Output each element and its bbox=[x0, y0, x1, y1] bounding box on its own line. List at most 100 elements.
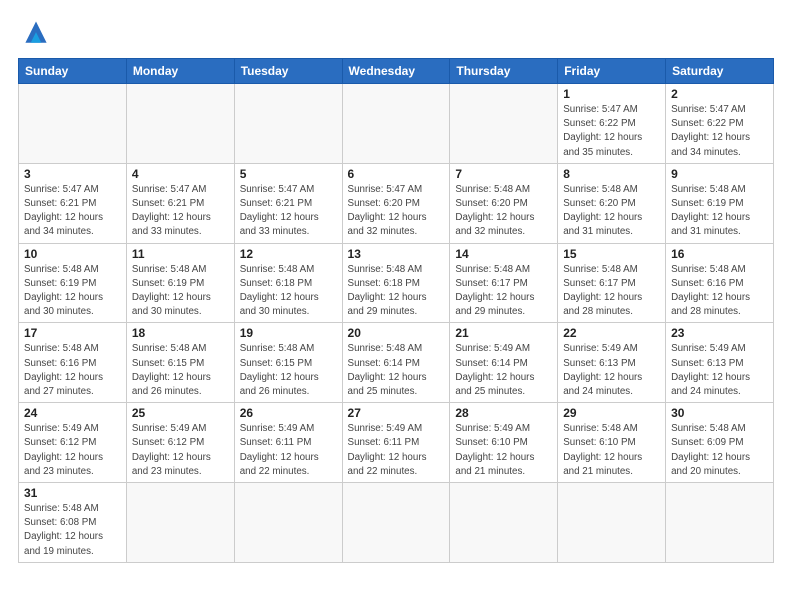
day-info: Sunrise: 5:48 AM Sunset: 6:16 PM Dayligh… bbox=[671, 263, 768, 320]
day-number: 23 bbox=[671, 326, 768, 340]
day-cell: 20 Sunrise: 5:48 AM Sunset: 6:14 PM Dayli… bbox=[342, 323, 450, 403]
day-cell bbox=[342, 483, 450, 563]
day-cell: 10 Sunrise: 5:48 AM Sunset: 6:19 PM Dayli… bbox=[19, 243, 127, 323]
day-number: 29 bbox=[563, 406, 660, 420]
day-cell: 28 Sunrise: 5:49 AM Sunset: 6:10 PM Dayli… bbox=[450, 403, 558, 483]
day-cell: 24 Sunrise: 5:49 AM Sunset: 6:12 PM Dayli… bbox=[19, 403, 127, 483]
weekday-header-sunday: Sunday bbox=[19, 59, 127, 84]
day-info: Sunrise: 5:49 AM Sunset: 6:13 PM Dayligh… bbox=[671, 342, 768, 399]
week-row-4: 17 Sunrise: 5:48 AM Sunset: 6:16 PM Dayli… bbox=[19, 323, 774, 403]
day-info: Sunrise: 5:47 AM Sunset: 6:21 PM Dayligh… bbox=[24, 183, 121, 240]
day-cell: 17 Sunrise: 5:48 AM Sunset: 6:16 PM Dayli… bbox=[19, 323, 127, 403]
day-cell: 21 Sunrise: 5:49 AM Sunset: 6:14 PM Dayli… bbox=[450, 323, 558, 403]
day-number: 17 bbox=[24, 326, 121, 340]
day-cell bbox=[126, 483, 234, 563]
day-number: 18 bbox=[132, 326, 229, 340]
day-number: 21 bbox=[455, 326, 552, 340]
day-info: Sunrise: 5:49 AM Sunset: 6:13 PM Dayligh… bbox=[563, 342, 660, 399]
day-info: Sunrise: 5:48 AM Sunset: 6:17 PM Dayligh… bbox=[563, 263, 660, 320]
day-info: Sunrise: 5:48 AM Sunset: 6:19 PM Dayligh… bbox=[24, 263, 121, 320]
day-cell: 19 Sunrise: 5:48 AM Sunset: 6:15 PM Dayli… bbox=[234, 323, 342, 403]
day-cell bbox=[450, 84, 558, 164]
day-cell: 1Sunrise: 5:47 AM Sunset: 6:22 PM Daylig… bbox=[558, 84, 666, 164]
day-number: 25 bbox=[132, 406, 229, 420]
day-info: Sunrise: 5:48 AM Sunset: 6:16 PM Dayligh… bbox=[24, 342, 121, 399]
weekday-header-saturday: Saturday bbox=[666, 59, 774, 84]
day-number: 27 bbox=[348, 406, 445, 420]
day-cell: 25Sunrise: 5:49 AM Sunset: 6:12 PM Dayli… bbox=[126, 403, 234, 483]
week-row-3: 10 Sunrise: 5:48 AM Sunset: 6:19 PM Dayli… bbox=[19, 243, 774, 323]
day-number: 19 bbox=[240, 326, 337, 340]
day-cell bbox=[126, 84, 234, 164]
day-info: Sunrise: 5:48 AM Sunset: 6:18 PM Dayligh… bbox=[240, 263, 337, 320]
day-cell: 6 Sunrise: 5:47 AM Sunset: 6:20 PM Daylig… bbox=[342, 163, 450, 243]
day-info: Sunrise: 5:48 AM Sunset: 6:15 PM Dayligh… bbox=[132, 342, 229, 399]
day-number: 11 bbox=[132, 247, 229, 261]
day-cell: 15 Sunrise: 5:48 AM Sunset: 6:17 PM Dayli… bbox=[558, 243, 666, 323]
day-number: 22 bbox=[563, 326, 660, 340]
day-info: Sunrise: 5:48 AM Sunset: 6:15 PM Dayligh… bbox=[240, 342, 337, 399]
day-number: 6 bbox=[348, 167, 445, 181]
day-cell bbox=[234, 483, 342, 563]
day-number: 7 bbox=[455, 167, 552, 181]
day-info: Sunrise: 5:47 AM Sunset: 6:22 PM Dayligh… bbox=[671, 103, 768, 160]
day-number: 12 bbox=[240, 247, 337, 261]
day-info: Sunrise: 5:47 AM Sunset: 6:22 PM Dayligh… bbox=[563, 103, 660, 160]
day-cell bbox=[666, 483, 774, 563]
day-cell: 26 Sunrise: 5:49 AM Sunset: 6:11 PM Dayli… bbox=[234, 403, 342, 483]
day-info: Sunrise: 5:48 AM Sunset: 6:20 PM Dayligh… bbox=[455, 183, 552, 240]
day-info: Sunrise: 5:49 AM Sunset: 6:12 PM Dayligh… bbox=[24, 422, 121, 479]
day-info: Sunrise: 5:47 AM Sunset: 6:21 PM Dayligh… bbox=[132, 183, 229, 240]
day-cell: 14Sunrise: 5:48 AM Sunset: 6:17 PM Dayli… bbox=[450, 243, 558, 323]
week-row-6: 31Sunrise: 5:48 AM Sunset: 6:08 PM Dayli… bbox=[19, 483, 774, 563]
day-cell: 2Sunrise: 5:47 AM Sunset: 6:22 PM Daylig… bbox=[666, 84, 774, 164]
day-number: 28 bbox=[455, 406, 552, 420]
day-cell: 23 Sunrise: 5:49 AM Sunset: 6:13 PM Dayli… bbox=[666, 323, 774, 403]
day-cell bbox=[450, 483, 558, 563]
day-cell: 18 Sunrise: 5:48 AM Sunset: 6:15 PM Dayli… bbox=[126, 323, 234, 403]
weekday-header-row: SundayMondayTuesdayWednesdayThursdayFrid… bbox=[19, 59, 774, 84]
weekday-header-friday: Friday bbox=[558, 59, 666, 84]
weekday-header-thursday: Thursday bbox=[450, 59, 558, 84]
day-cell: 27 Sunrise: 5:49 AM Sunset: 6:11 PM Dayli… bbox=[342, 403, 450, 483]
day-number: 10 bbox=[24, 247, 121, 261]
weekday-header-monday: Monday bbox=[126, 59, 234, 84]
day-info: Sunrise: 5:49 AM Sunset: 6:10 PM Dayligh… bbox=[455, 422, 552, 479]
header bbox=[18, 18, 774, 48]
day-number: 9 bbox=[671, 167, 768, 181]
day-info: Sunrise: 5:47 AM Sunset: 6:20 PM Dayligh… bbox=[348, 183, 445, 240]
generalblue-logo-icon bbox=[18, 18, 54, 48]
day-cell bbox=[558, 483, 666, 563]
day-info: Sunrise: 5:48 AM Sunset: 6:18 PM Dayligh… bbox=[348, 263, 445, 320]
day-info: Sunrise: 5:48 AM Sunset: 6:14 PM Dayligh… bbox=[348, 342, 445, 399]
day-info: Sunrise: 5:49 AM Sunset: 6:14 PM Dayligh… bbox=[455, 342, 552, 399]
day-cell: 4Sunrise: 5:47 AM Sunset: 6:21 PM Daylig… bbox=[126, 163, 234, 243]
day-number: 5 bbox=[240, 167, 337, 181]
day-number: 15 bbox=[563, 247, 660, 261]
day-number: 16 bbox=[671, 247, 768, 261]
week-row-2: 3Sunrise: 5:47 AM Sunset: 6:21 PM Daylig… bbox=[19, 163, 774, 243]
day-info: Sunrise: 5:49 AM Sunset: 6:11 PM Dayligh… bbox=[240, 422, 337, 479]
day-cell: 5Sunrise: 5:47 AM Sunset: 6:21 PM Daylig… bbox=[234, 163, 342, 243]
day-info: Sunrise: 5:48 AM Sunset: 6:19 PM Dayligh… bbox=[132, 263, 229, 320]
day-cell: 13 Sunrise: 5:48 AM Sunset: 6:18 PM Dayli… bbox=[342, 243, 450, 323]
day-number: 20 bbox=[348, 326, 445, 340]
day-cell: 12 Sunrise: 5:48 AM Sunset: 6:18 PM Dayli… bbox=[234, 243, 342, 323]
day-cell: 22 Sunrise: 5:49 AM Sunset: 6:13 PM Dayli… bbox=[558, 323, 666, 403]
day-number: 13 bbox=[348, 247, 445, 261]
day-cell: 29Sunrise: 5:48 AM Sunset: 6:10 PM Dayli… bbox=[558, 403, 666, 483]
day-info: Sunrise: 5:49 AM Sunset: 6:11 PM Dayligh… bbox=[348, 422, 445, 479]
day-cell: 11 Sunrise: 5:48 AM Sunset: 6:19 PM Dayli… bbox=[126, 243, 234, 323]
weekday-header-tuesday: Tuesday bbox=[234, 59, 342, 84]
day-cell: 9 Sunrise: 5:48 AM Sunset: 6:19 PM Daylig… bbox=[666, 163, 774, 243]
day-info: Sunrise: 5:48 AM Sunset: 6:20 PM Dayligh… bbox=[563, 183, 660, 240]
day-number: 30 bbox=[671, 406, 768, 420]
day-number: 26 bbox=[240, 406, 337, 420]
week-row-1: 1Sunrise: 5:47 AM Sunset: 6:22 PM Daylig… bbox=[19, 84, 774, 164]
day-number: 14 bbox=[455, 247, 552, 261]
day-cell bbox=[342, 84, 450, 164]
day-info: Sunrise: 5:48 AM Sunset: 6:19 PM Dayligh… bbox=[671, 183, 768, 240]
day-number: 24 bbox=[24, 406, 121, 420]
day-number: 31 bbox=[24, 486, 121, 500]
calendar-table: SundayMondayTuesdayWednesdayThursdayFrid… bbox=[18, 58, 774, 563]
